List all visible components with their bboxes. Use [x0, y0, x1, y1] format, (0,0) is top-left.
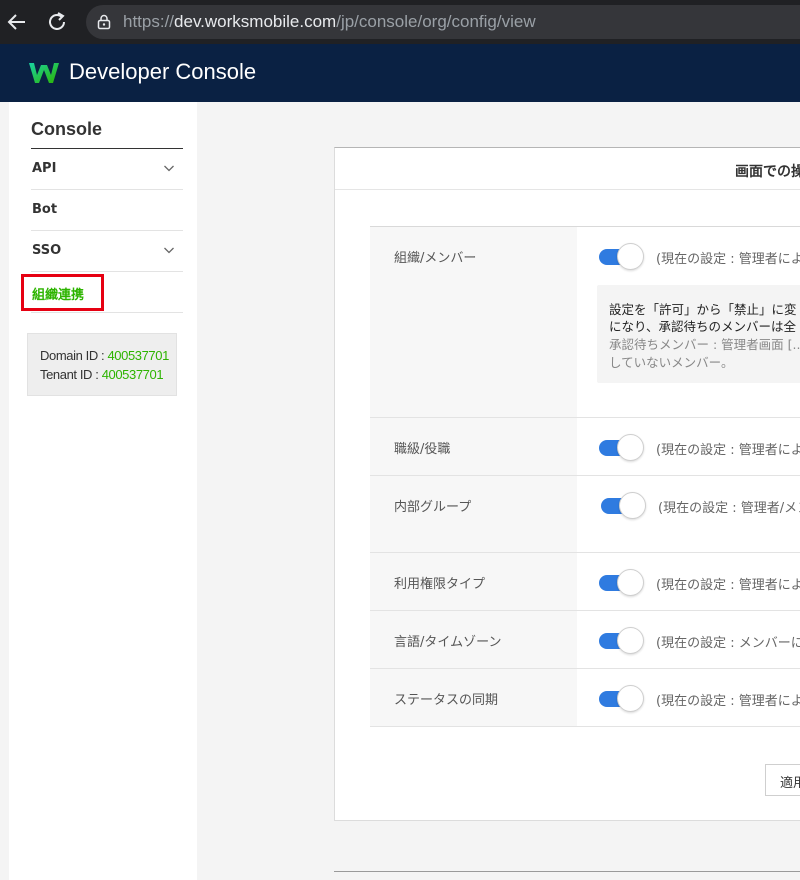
- url-text: https://dev.worksmobile.com/jp/console/o…: [123, 12, 536, 31]
- row-status: (現在の設定 : 管理者によ: [656, 443, 800, 458]
- panel-header: 画面での操: [335, 148, 800, 190]
- id-info-box: Domain ID : 400537701 Tenant ID : 400537…: [27, 333, 177, 396]
- tenant-id-row: Tenant ID : 400537701: [40, 367, 164, 382]
- row-status: (現在の設定 : 管理者によ: [656, 694, 800, 709]
- sidebar-item-label: Bot: [32, 202, 58, 217]
- address-bar[interactable]: https://dev.worksmobile.com/jp/console/o…: [86, 5, 800, 39]
- row-status: (現在の設定 : 管理者によ: [656, 578, 800, 593]
- toggle-switch[interactable]: [601, 492, 647, 519]
- sidebar-item-label: API: [32, 161, 57, 176]
- table-row: 職級/役職 (現在の設定 : 管理者によ: [370, 418, 800, 476]
- row-label: 利用権限タイプ: [394, 577, 486, 592]
- domain-id-row: Domain ID : 400537701: [40, 348, 169, 363]
- domain-id-value: 400537701: [107, 348, 169, 363]
- panel-title: 画面での操: [735, 164, 800, 180]
- toggle-switch[interactable]: [599, 685, 645, 712]
- chevron-down-icon: [164, 247, 174, 254]
- row-label: 内部グループ: [394, 500, 472, 515]
- apply-button[interactable]: 適用: [765, 764, 800, 796]
- browser-toolbar: https://dev.worksmobile.com/jp/console/o…: [0, 0, 800, 44]
- highlight-annotation: [21, 274, 104, 311]
- app-header: Developer Console: [0, 44, 800, 102]
- row-status: (現在の設定 : メンバーに: [656, 636, 800, 651]
- row-label: 職級/役職: [394, 442, 451, 457]
- row-status: (現在の設定 : 管理者によ: [656, 252, 800, 267]
- works-logo-icon: [29, 63, 59, 83]
- toggle-switch[interactable]: [599, 434, 645, 461]
- toggle-switch[interactable]: [599, 569, 645, 596]
- sidebar-title: Console: [31, 119, 103, 139]
- row-status: (現在の設定 : 管理者/メン: [658, 501, 800, 516]
- settings-table: 組織/メンバー (現在の設定 : 管理者によ 設定を「許可」から「禁止」に変 に…: [370, 226, 800, 727]
- toggle-switch[interactable]: [599, 243, 645, 270]
- table-row: 内部グループ (現在の設定 : 管理者/メン: [370, 476, 800, 553]
- row-label: ステータスの同期: [394, 693, 499, 708]
- next-section-divider: [334, 871, 800, 872]
- reload-icon[interactable]: [44, 9, 70, 35]
- sidebar-item-api[interactable]: API: [31, 149, 183, 190]
- table-row: 利用権限タイプ (現在の設定 : 管理者によ: [370, 553, 800, 611]
- table-row: 組織/メンバー (現在の設定 : 管理者によ 設定を「許可」から「禁止」に変 に…: [370, 227, 800, 418]
- sidebar-item-bot[interactable]: Bot: [31, 190, 183, 231]
- sidebar: Console API Bot SSO 組織連携 Domain ID : 400…: [9, 102, 197, 880]
- table-row: 言語/タイムゾーン (現在の設定 : メンバーに: [370, 611, 800, 669]
- settings-panel: 画面での操 組織/メンバー (現在の設定 : 管理者によ 設定を「許可」から「禁…: [334, 147, 800, 821]
- row-label: 組織/メンバー: [394, 251, 477, 266]
- tenant-id-value: 400537701: [101, 367, 164, 382]
- sidebar-item-sso[interactable]: SSO: [31, 231, 183, 272]
- row-label: 言語/タイムゾーン: [394, 635, 502, 650]
- warning-note: 設定を「許可」から「禁止」に変 になり、承認待ちのメンバーは全 承認待ちメンバー…: [597, 285, 800, 383]
- sidebar-item-label: SSO: [32, 243, 62, 258]
- toggle-switch[interactable]: [599, 627, 645, 654]
- app-title: Developer Console: [69, 59, 257, 84]
- site-info-icon[interactable]: [96, 14, 112, 30]
- back-arrow-icon[interactable]: [4, 9, 30, 35]
- table-row: ステータスの同期 (現在の設定 : 管理者によ: [370, 669, 800, 727]
- chevron-down-icon: [164, 165, 174, 172]
